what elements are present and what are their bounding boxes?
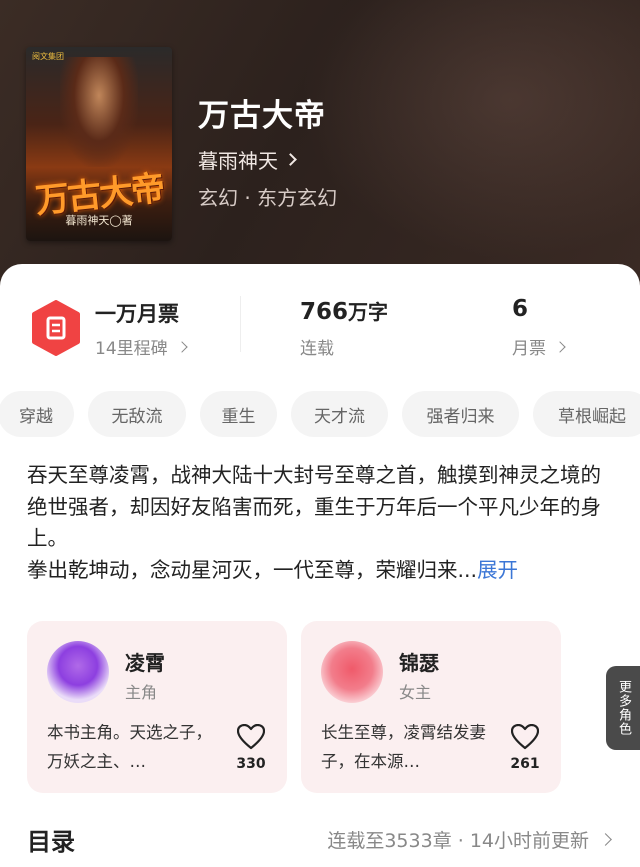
- chevron-right-icon: [554, 340, 566, 353]
- chevron-right-icon: [599, 833, 612, 846]
- cover-figure: [60, 57, 138, 167]
- tag-chip[interactable]: 重生: [200, 391, 277, 437]
- like-count: 261: [510, 756, 540, 772]
- character-role: 女主: [399, 683, 432, 702]
- monthly-ticket-link[interactable]: 月票: [512, 334, 566, 359]
- word-count-value: 766: [300, 299, 349, 325]
- description-paragraph-2: 拳出乾坤动，念动星河灭，一代至尊，荣耀归来...展开: [27, 555, 617, 587]
- character-card[interactable]: 锦瑟 女主 长生至尊，凌霄结发妻子，在本源… 261: [301, 621, 561, 793]
- heart-icon[interactable]: [237, 724, 265, 750]
- milestone-link[interactable]: 14里程碑: [95, 334, 188, 359]
- heart-icon[interactable]: [511, 724, 539, 750]
- expand-link[interactable]: 展开: [477, 558, 518, 582]
- monthly-ticket-count: 6: [512, 296, 529, 322]
- book-description: 吞天至尊凌霄，战神大陆十大封号至尊之首，触摸到神灵之境的绝世强者，却因好友陷害而…: [27, 460, 617, 586]
- word-count: 766万字: [300, 296, 388, 325]
- tag-chip[interactable]: 强者归来: [402, 391, 519, 437]
- tag-chip[interactable]: 穿越: [0, 391, 74, 437]
- character-name: 凌霄: [125, 651, 165, 675]
- ticket-rank: 一万月票: [95, 302, 179, 326]
- tag-list: 穿越 无敌流 重生 天才流 强者归来 草根崛起: [0, 391, 640, 437]
- cover-author: 暮雨神天◯著: [65, 214, 133, 227]
- author-link[interactable]: 暮雨神天: [198, 145, 297, 174]
- book-title: 万古大帝: [198, 98, 326, 134]
- word-count-unit: 万字: [348, 300, 389, 324]
- character-role: 主角: [125, 683, 158, 702]
- character-name: 锦瑟: [399, 651, 439, 675]
- milestone-label: 14里程碑: [95, 339, 168, 359]
- book-genre: 玄幻 · 东方玄幻: [198, 186, 338, 210]
- book-header: 阅文集团 万古大帝 暮雨神天◯著 万古大帝 暮雨神天 玄幻 · 东方玄幻: [0, 0, 640, 290]
- monthly-ticket-icon: [32, 300, 80, 356]
- chevron-right-icon: [284, 153, 297, 166]
- character-avatar: [321, 641, 383, 703]
- author-name: 暮雨神天: [198, 149, 278, 173]
- serial-status: 连载: [300, 339, 334, 359]
- stats-row: 一万月票 14里程碑 766万字 连载 6 月票: [0, 292, 640, 362]
- book-cover[interactable]: 阅文集团 万古大帝 暮雨神天◯著: [26, 47, 172, 241]
- book-detail-panel: 一万月票 14里程碑 766万字 连载 6 月票 穿越 无敌流 重生 天才流 强…: [0, 264, 640, 867]
- toc-link[interactable]: 连载至3533章 · 14小时前更新: [327, 826, 612, 853]
- monthly-ticket-label: 月票: [512, 339, 546, 359]
- more-characters-label: 更多角色: [616, 680, 631, 736]
- tag-chip[interactable]: 天才流: [291, 391, 388, 437]
- toc-update-info: 连载至3533章 · 14小时前更新: [327, 830, 589, 852]
- description-paragraph: 吞天至尊凌霄，战神大陆十大封号至尊之首，触摸到神灵之境的绝世强者，却因好友陷害而…: [27, 463, 601, 550]
- stats-divider: [240, 296, 241, 352]
- character-avatar: [47, 641, 109, 703]
- character-desc: 长生至尊，凌霄结发妻子，在本源…: [321, 723, 486, 771]
- more-characters-button[interactable]: 更多角色: [606, 666, 640, 750]
- character-card[interactable]: 凌霄 主角 本书主角。天选之子，万妖之主、… 330: [27, 621, 287, 793]
- character-desc: 本书主角。天选之子，万妖之主、…: [47, 723, 212, 771]
- description-text: 拳出乾坤动，念动星河灭，一代至尊，荣耀归来...: [27, 557, 478, 582]
- toc-title: 目录: [27, 828, 75, 856]
- tag-chip[interactable]: 草根崛起: [533, 391, 640, 437]
- like-count: 330: [236, 756, 266, 772]
- tag-chip[interactable]: 无敌流: [88, 391, 186, 437]
- chevron-right-icon: [175, 340, 188, 353]
